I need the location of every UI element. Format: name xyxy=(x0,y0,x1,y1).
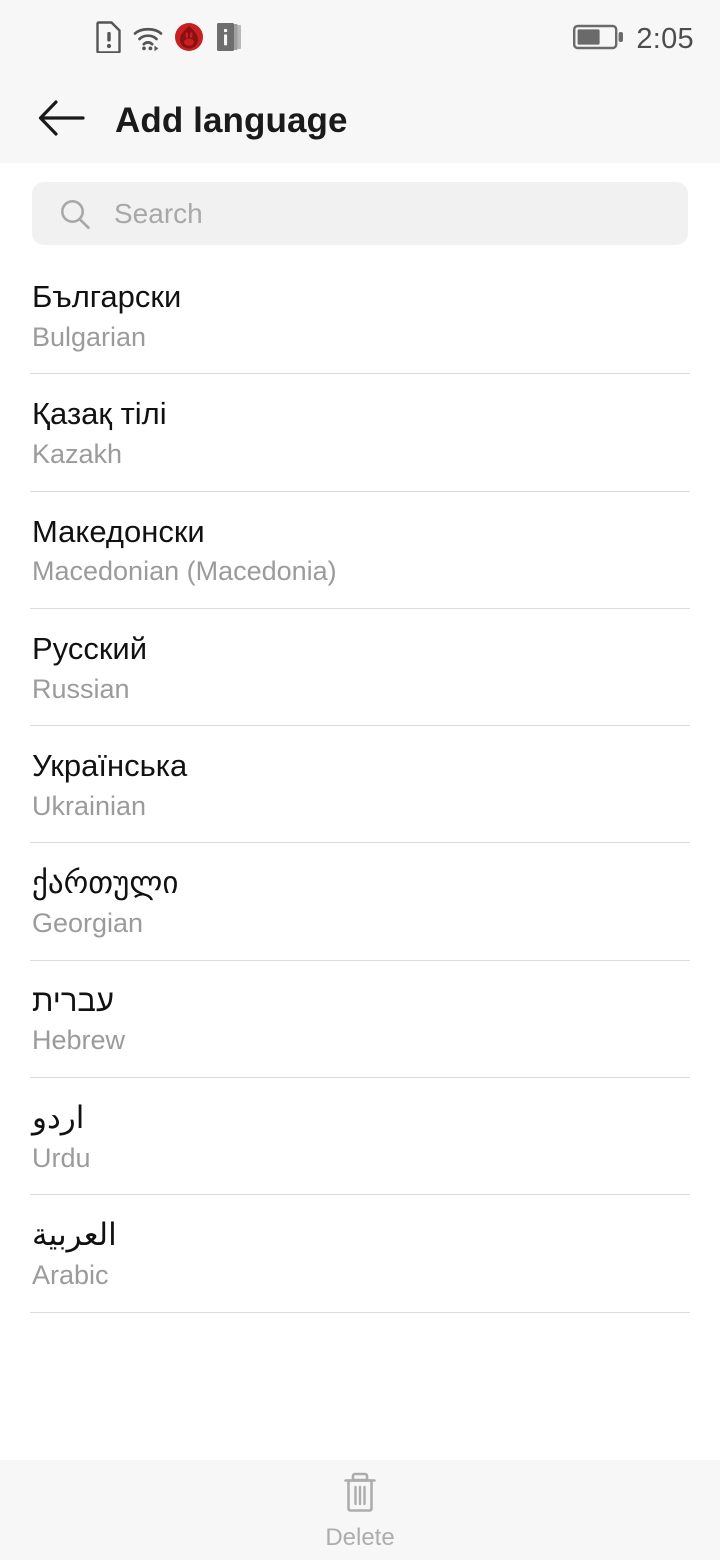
language-english-name: Kazakh xyxy=(32,438,123,469)
language-native-name: עברית xyxy=(32,982,114,1018)
language-native-name: Македонски xyxy=(32,513,205,549)
language-native-name: Русский xyxy=(32,630,148,666)
language-list-item[interactable]: Български Bulgarian xyxy=(0,257,720,375)
language-english-name: Ukrainian xyxy=(32,790,147,821)
language-english-name: Hebrew xyxy=(32,1025,126,1056)
app-notification-icon xyxy=(174,22,204,57)
language-list-item[interactable]: العربية Arabic xyxy=(0,1195,720,1313)
language-native-name: Українська xyxy=(32,748,188,784)
sim-card-alert-icon xyxy=(96,20,122,58)
language-english-name: Macedonian (Macedonia) xyxy=(32,556,337,587)
phone-screen: 2:05 Add language Search Български Bulga… xyxy=(0,0,720,1560)
info-cards-icon xyxy=(214,21,246,58)
language-native-name: العربية xyxy=(32,1217,117,1253)
language-list-item[interactable]: ქართული Georgian xyxy=(0,843,720,962)
wifi-icon xyxy=(132,21,164,58)
search-input[interactable] xyxy=(114,197,662,230)
content-area: Български Bulgarian Қазақ тілі Kazakh Македо… xyxy=(0,163,720,1460)
language-english-name: Bulgarian xyxy=(32,321,147,352)
trash-icon xyxy=(339,1469,381,1520)
back-button[interactable] xyxy=(34,93,90,149)
language-english-name: Georgian xyxy=(32,908,144,939)
language-list-item[interactable]: עברית Hebrew xyxy=(0,961,720,1079)
app-title-bar: Add language xyxy=(0,78,720,163)
status-bar: 2:05 xyxy=(0,0,720,78)
delete-label: Delete xyxy=(325,1523,395,1551)
language-native-name: Български xyxy=(32,279,182,314)
language-native-name: ქართული xyxy=(32,865,179,901)
language-list-item[interactable]: Македонски Macedonian (Macedonia) xyxy=(0,492,720,610)
language-list-item[interactable]: اردو Urdu xyxy=(0,1078,720,1196)
status-bar-right-cluster: 2:05 xyxy=(573,22,694,57)
page-title: Add language xyxy=(115,100,348,140)
language-english-name: Urdu xyxy=(32,1142,91,1173)
language-list: Български Bulgarian Қазақ тілі Kazakh Македо… xyxy=(0,257,720,1313)
delete-button[interactable]: Delete xyxy=(325,1469,395,1552)
battery-icon xyxy=(573,22,625,57)
language-list-item[interactable]: Русский Russian xyxy=(0,609,720,727)
language-list-item[interactable]: Українська Ukrainian xyxy=(0,726,720,844)
language-english-name: Russian xyxy=(32,673,130,704)
status-bar-clock: 2:05 xyxy=(636,22,694,55)
arrow-left-icon xyxy=(36,97,88,144)
search-icon xyxy=(58,197,92,231)
language-english-name: Arabic xyxy=(32,1260,109,1291)
language-native-name: اردو xyxy=(32,1100,85,1136)
language-native-name: Қазақ тілі xyxy=(32,396,167,432)
bottom-action-bar: Delete xyxy=(0,1460,720,1560)
search-container xyxy=(0,163,720,245)
language-list-item[interactable]: Қазақ тілі Kazakh xyxy=(0,374,720,492)
status-bar-left-icons xyxy=(96,20,246,58)
search-field-wrapper[interactable] xyxy=(32,182,688,245)
